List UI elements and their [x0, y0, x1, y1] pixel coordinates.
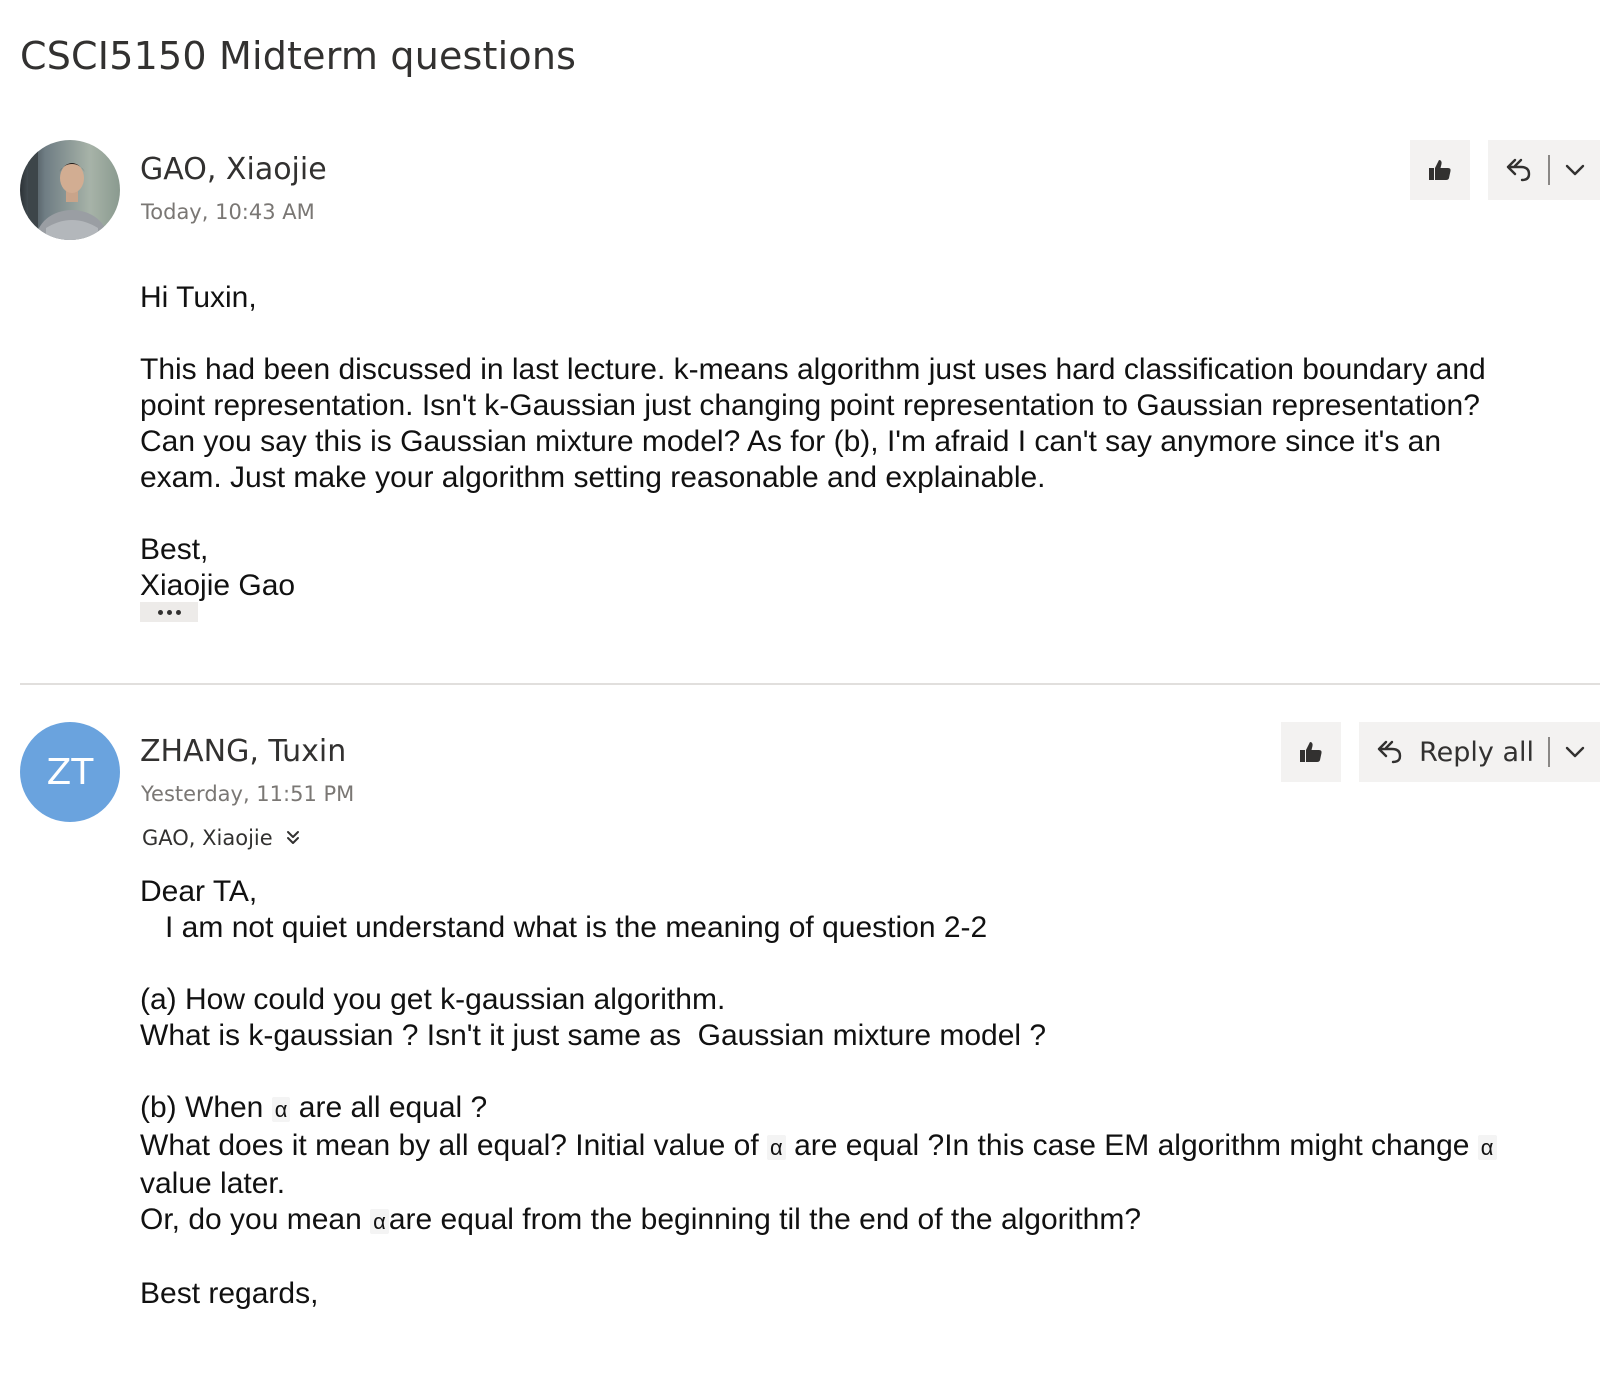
avatar[interactable]: ZT — [20, 722, 120, 822]
message-body: Dear TA, I am not quiet understand what … — [140, 874, 1600, 1312]
body-line: Or, do you mean α are equal from the begi… — [140, 1202, 1600, 1240]
dot — [157, 609, 163, 615]
closing: Best regards, — [140, 1277, 319, 1310]
alpha-symbol: α — [767, 1135, 786, 1160]
like-button[interactable] — [1410, 140, 1470, 200]
sender-name[interactable]: GAO, Xiaojie — [140, 152, 327, 187]
sender-name[interactable]: ZHANG, Tuxin — [140, 734, 346, 769]
dot — [166, 609, 172, 615]
reply-all-button[interactable]: Reply all — [1359, 722, 1600, 782]
dot — [175, 609, 181, 615]
body-line: What does it mean by all equal? Initial … — [140, 1128, 1600, 1166]
message-divider — [20, 683, 1600, 685]
reply-icon — [1506, 158, 1531, 182]
message-actions: Reply all — [1281, 722, 1600, 782]
greeting: Dear TA, — [140, 875, 258, 908]
body-line: (b) When α are all equal ? — [140, 1090, 1600, 1128]
recipient-row: GAO, Xiaojie — [142, 826, 301, 850]
thumbs-up-icon — [1429, 160, 1451, 180]
recipient-name[interactable]: GAO, Xiaojie — [142, 826, 273, 850]
text-segment: are equal from the beginning til the end… — [388, 1203, 1142, 1236]
message-timestamp: Yesterday, 11:51 PM — [141, 782, 355, 806]
alpha-symbol: α — [1477, 1135, 1497, 1160]
signature: Xiaojie Gao — [140, 569, 296, 602]
text-segment: are all equal ? — [290, 1091, 488, 1124]
body-line: What is k-gaussian ? Isn't it just same … — [140, 1019, 1047, 1052]
body-paragraph: This had been discussed in last lecture.… — [140, 352, 1600, 496]
body-line: I am not quiet understand what is the me… — [140, 911, 988, 944]
body-line: value later. — [140, 1167, 286, 1200]
double-chevron-down-icon[interactable] — [285, 828, 301, 848]
body-line: point representation. Isn't k-Gaussian j… — [140, 389, 1480, 422]
reply-all-label: Reply all — [1419, 736, 1534, 768]
chevron-down-icon[interactable] — [1564, 741, 1586, 763]
person-photo-icon — [20, 140, 120, 240]
chevron-down-icon[interactable] — [1564, 159, 1586, 181]
closing: Best, — [140, 533, 209, 566]
thread-title: CSCI5150 Midterm questions — [20, 34, 577, 78]
show-quoted-text-button[interactable] — [140, 602, 198, 622]
reply-button[interactable] — [1488, 140, 1600, 200]
message-timestamp: Today, 10:43 AM — [141, 200, 315, 224]
reply-icon — [1377, 740, 1402, 764]
text-segment: Or, do you mean — [140, 1203, 371, 1236]
thumbs-up-icon — [1300, 742, 1322, 762]
body-line: This had been discussed in last lecture.… — [140, 353, 1486, 386]
body-line: Can you say this is Gaussian mixture mod… — [140, 425, 1442, 458]
separator — [1548, 737, 1550, 767]
part-a-paragraph: (a) How could you get k-gaussian algorit… — [140, 982, 1600, 1054]
text-segment: (b) When — [140, 1091, 272, 1124]
text-segment: What does it mean by all equal? Initial … — [140, 1129, 768, 1162]
text-segment: are equal ?In this case EM algorithm mig… — [785, 1129, 1478, 1162]
separator — [1548, 155, 1550, 185]
message-actions — [1410, 140, 1600, 200]
message-body: Hi Tuxin, This had been discussed in las… — [140, 280, 1600, 604]
alpha-symbol: α — [370, 1209, 389, 1234]
part-b-paragraph: (b) When α are all equal ? What does it m… — [140, 1090, 1600, 1240]
intro-paragraph: Dear TA, I am not quiet understand what … — [140, 874, 1600, 946]
greeting: Hi Tuxin, — [140, 281, 257, 314]
body-line: (a) How could you get k-gaussian algorit… — [140, 983, 726, 1016]
body-line: exam. Just make your algorithm setting r… — [140, 461, 1046, 494]
avatar[interactable] — [20, 140, 120, 240]
alpha-symbol: α — [271, 1097, 291, 1122]
signoff: Best, Xiaojie Gao — [140, 532, 1600, 604]
like-button[interactable] — [1281, 722, 1342, 782]
